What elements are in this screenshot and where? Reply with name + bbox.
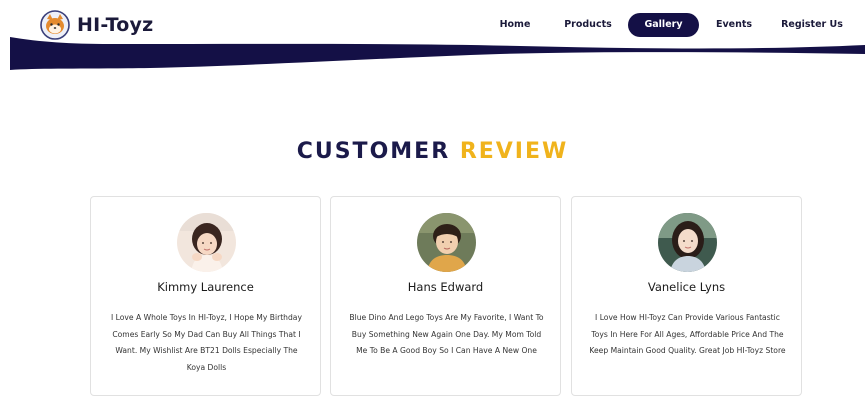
nav-events[interactable]: Events [711, 13, 757, 37]
customer-photo-icon [658, 213, 717, 272]
nav-menu: Home Products Gallery Events Register Us [0, 13, 865, 37]
customer-name: Vanelice Lyns [647, 280, 726, 294]
review-card: Kimmy Laurence I Love A Whole Toys In HI… [90, 196, 321, 396]
avatar [417, 213, 476, 272]
review-card: Vanelice Lyns I Love How HI-Toyz Can Pro… [571, 196, 802, 396]
navbar: HI-Toyz Home Products Gallery Events Reg… [0, 0, 865, 72]
nav-products[interactable]: Products [559, 13, 617, 37]
review-card: Hans Edward Blue Dino And Lego Toys Are … [330, 196, 561, 396]
nav-gallery[interactable]: Gallery [628, 13, 699, 37]
customer-name: Kimmy Laurence [157, 280, 254, 294]
nav-register-us[interactable]: Register Us [776, 13, 848, 37]
avatar [177, 213, 236, 272]
customer-name: Hans Edward [407, 280, 484, 294]
review-text: I Love How HI-Toyz Can Provide Various F… [589, 313, 786, 355]
review-text: I Love A Whole Toys In HI-Toyz, I Hope M… [111, 313, 302, 372]
customer-photo-icon [177, 213, 236, 272]
section-title: CUSTOMER REVIEW [0, 139, 865, 164]
review-text: Blue Dino And Lego Toys Are My Favorite,… [349, 313, 544, 355]
customer-photo-icon [417, 213, 476, 272]
title-customer: CUSTOMER [296, 139, 451, 164]
title-review: REVIEW [459, 139, 569, 164]
nav-home[interactable]: Home [492, 13, 538, 37]
avatar [658, 213, 717, 272]
